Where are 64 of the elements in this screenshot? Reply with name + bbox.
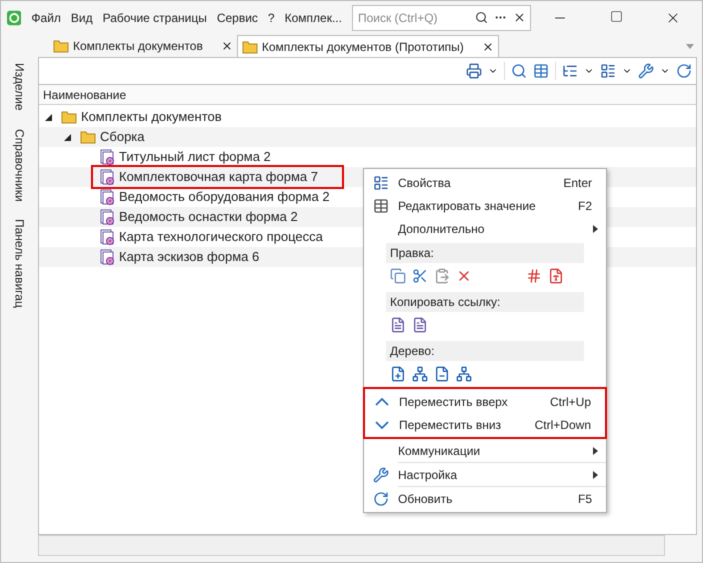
side-tab[interactable]: Изделие [10, 63, 28, 111]
maximize-icon[interactable] [610, 10, 623, 23]
document-link-icon[interactable] [390, 317, 406, 333]
cut-icon[interactable] [412, 268, 428, 284]
tab-list-arrow-icon[interactable] [686, 44, 694, 49]
menu-item[interactable]: Редактировать значение F2 [364, 194, 606, 217]
tree-item[interactable]: Комплекты документов [81, 107, 222, 127]
menu-section-header: Правка: [386, 243, 584, 263]
document-icon [99, 189, 115, 205]
search-icon[interactable] [475, 11, 488, 24]
menu-item[interactable]: Свойства Enter [364, 171, 606, 194]
tree-item[interactable]: Карта эскизов форма 6 [119, 247, 260, 267]
menu-section-header: Копировать ссылку: [386, 292, 584, 312]
tree-item[interactable]: Сборка [100, 127, 144, 147]
refresh-icon [373, 490, 389, 506]
up-chevron-icon [375, 398, 389, 406]
tab-close-icon[interactable] [220, 40, 233, 52]
document-link-icon[interactable] [412, 317, 428, 333]
menu-section-header: Дерево: [386, 341, 584, 361]
side-tab[interactable]: Справочники [10, 128, 28, 202]
wrench-icon [373, 466, 389, 482]
side-tab[interactable]: Панель навигац [10, 219, 28, 308]
document-icon [99, 149, 115, 165]
menu-bar-item[interactable]: Сервис [216, 9, 258, 27]
document-tab[interactable]: Комплекты документов [49, 35, 237, 57]
menu-item[interactable]: Настройка [364, 463, 606, 486]
folder-icon [242, 40, 258, 54]
tree-view-icon[interactable] [562, 63, 578, 79]
menu-bar-item[interactable]: Вид [70, 9, 93, 27]
tab-close-icon[interactable] [482, 40, 494, 52]
properties-icon [373, 174, 389, 190]
refresh-icon[interactable] [676, 63, 692, 79]
document-tab[interactable]: Комплекты документов (Прототипы) [236, 35, 499, 57]
assembly-folder-icon [80, 130, 96, 144]
menu-item[interactable]: Дополнительно [364, 217, 606, 240]
folder-icon [61, 110, 77, 124]
menu-bar-item[interactable]: Рабочие страницы [102, 9, 207, 27]
expand-all-icon[interactable] [390, 366, 406, 382]
menu-bar-item[interactable]: Файл [31, 9, 61, 27]
search-field[interactable]: Поиск (Ctrl+Q) [352, 5, 531, 31]
collapse-all-icon[interactable] [434, 366, 450, 382]
down-chevron-icon [375, 420, 389, 428]
wrench-icon[interactable] [638, 63, 654, 79]
app-logo-icon[interactable] [7, 10, 22, 26]
collapse-triangle-icon[interactable] [64, 134, 71, 140]
tree-item[interactable]: Карта технологического процесса [119, 227, 323, 247]
print-icon[interactable] [466, 63, 482, 79]
menu-item[interactable]: Коммуникации [364, 439, 606, 462]
menu-bar-item[interactable]: ? [268, 9, 275, 27]
folder-icon [53, 39, 69, 53]
column-header[interactable]: Наименование [43, 86, 126, 104]
tree-item[interactable]: Титульный лист форма 2 [119, 147, 271, 167]
lettered-document-icon[interactable] [548, 268, 564, 284]
tree-item[interactable]: Ведомость оборудования форма 2 [119, 187, 330, 207]
paste-icon[interactable] [434, 268, 450, 284]
menu-item[interactable]: Переместить вниз Ctrl+Down [365, 413, 605, 436]
menu-item[interactable]: Обновить F5 [364, 487, 606, 510]
document-icon [99, 229, 115, 245]
menu-item[interactable]: Переместить вверх Ctrl+Up [365, 390, 605, 413]
layout-icon[interactable] [600, 63, 616, 79]
collapse-triangle-icon[interactable] [45, 114, 52, 120]
menu-bar-item[interactable]: Комплек... [284, 9, 342, 27]
clear-icon[interactable] [513, 11, 526, 24]
copy-icon[interactable] [390, 268, 406, 284]
